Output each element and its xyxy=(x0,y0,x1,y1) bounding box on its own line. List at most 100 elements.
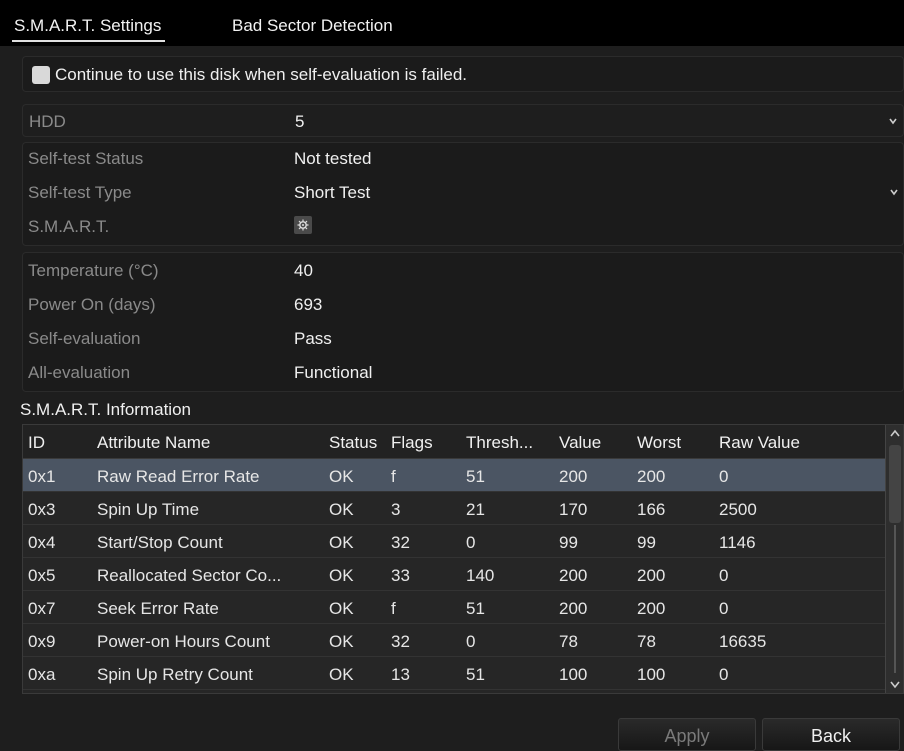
scroll-thumb[interactable] xyxy=(889,445,901,523)
self-test-type-value: Short Test xyxy=(294,183,371,202)
cell-raw-value: 1146 xyxy=(719,533,756,552)
column-header-id[interactable]: ID xyxy=(28,433,45,453)
cell-value: 100 xyxy=(559,665,588,684)
cell-threshold: 51 xyxy=(466,467,485,486)
self-evaluation-label: Self-evaluation xyxy=(28,329,141,348)
scroll-up-icon[interactable] xyxy=(888,427,902,441)
cell-raw-value: 16635 xyxy=(719,632,767,651)
cell-attribute-name: Spin Up Retry Count xyxy=(97,665,253,684)
cell-flags: 32 xyxy=(391,632,410,651)
cell-attribute-name: Spin Up Time xyxy=(97,500,200,519)
cell-attribute-name: Raw Read Error Rate xyxy=(97,467,260,486)
hdd-value: 5 xyxy=(295,112,305,131)
self-test-type-select[interactable]: Self-test Type Short Test xyxy=(22,176,904,209)
power-on-label: Power On (days) xyxy=(28,295,156,314)
table-header: ID Attribute Name Status Flags Thresh...… xyxy=(23,425,885,459)
column-header-worst[interactable]: Worst xyxy=(637,433,681,453)
smart-info-table[interactable]: ID Attribute Name Status Flags Thresh...… xyxy=(22,424,904,694)
table-row[interactable]: 0x3 Spin Up Time OK 3 21 170 166 2500 xyxy=(23,492,885,525)
cell-id: 0x9 xyxy=(28,632,56,651)
self-test-status-row: Self-test Status Not tested xyxy=(22,142,904,175)
cell-id: 0x5 xyxy=(28,566,56,585)
all-evaluation-value: Functional xyxy=(294,363,373,382)
cell-worst: 166 xyxy=(637,500,666,519)
chevron-down-icon xyxy=(890,189,898,196)
cell-threshold: 21 xyxy=(466,500,485,519)
table-row[interactable]: 0x7 Seek Error Rate OK f 51 200 200 0 xyxy=(23,591,885,624)
temperature-value: 40 xyxy=(294,261,313,280)
cell-value: 200 xyxy=(559,599,588,618)
column-header-status[interactable]: Status xyxy=(329,433,377,453)
cell-flags: 13 xyxy=(391,665,410,684)
tab-smart-settings[interactable]: S.M.A.R.T. Settings xyxy=(11,16,166,42)
cell-id: 0x1 xyxy=(28,467,56,486)
cell-attribute-name: Reallocated Sector Co... xyxy=(97,566,282,585)
cell-raw-value: 0 xyxy=(719,599,729,618)
cell-threshold: 0 xyxy=(466,632,476,651)
apply-button[interactable]: Apply xyxy=(618,718,756,751)
cell-threshold: 0 xyxy=(466,533,476,552)
self-test-status-label: Self-test Status xyxy=(28,149,144,168)
cell-value: 78 xyxy=(559,632,578,651)
cell-id: 0xa xyxy=(28,665,56,684)
cell-status: OK xyxy=(329,599,354,618)
cell-flags: f xyxy=(391,467,396,486)
table-row[interactable]: 0x9 Power-on Hours Count OK 32 0 78 78 16635 xyxy=(23,624,885,657)
cell-raw-value: 2500 xyxy=(719,500,757,519)
table-row[interactable]: 0xa Spin Up Retry Count OK 13 51 100 100 0 xyxy=(23,657,885,690)
temperature-row: Temperature (°C) 40 xyxy=(22,254,904,287)
power-on-value: 693 xyxy=(294,295,323,314)
cell-worst: 100 xyxy=(637,665,666,684)
chevron-down-icon xyxy=(889,118,897,125)
self-evaluation-value: Pass xyxy=(294,329,332,348)
continue-use-checkbox[interactable] xyxy=(32,66,50,84)
smart-information-title: S.M.A.R.T. Information xyxy=(20,400,191,419)
cell-attribute-name: Power-on Hours Count xyxy=(97,632,270,651)
power-on-row: Power On (days) 693 xyxy=(22,288,904,321)
column-header-threshold[interactable]: Thresh... xyxy=(466,433,533,453)
cell-id: 0x7 xyxy=(28,599,56,618)
cell-worst: 200 xyxy=(637,566,666,585)
tab-bad-sector-detection[interactable]: Bad Sector Detection xyxy=(232,16,393,36)
cell-status: OK xyxy=(329,467,354,486)
cell-raw-value: 0 xyxy=(719,665,729,684)
cell-raw-value: 0 xyxy=(719,566,729,585)
scroll-track xyxy=(894,525,896,673)
smart-row: S.M.A.R.T. xyxy=(22,210,904,243)
cell-worst: 99 xyxy=(637,533,656,552)
cell-worst: 200 xyxy=(637,599,666,618)
table-row[interactable]: 0x5 Reallocated Sector Co... OK 33 140 200 200… xyxy=(23,558,885,591)
temperature-label: Temperature (°C) xyxy=(28,261,159,280)
table-scrollbar[interactable] xyxy=(885,425,903,693)
cell-value: 200 xyxy=(559,566,588,585)
all-evaluation-label: All-evaluation xyxy=(28,363,131,382)
table-row[interactable]: 0x1 Raw Read Error Rate OK f 51 200 200 0 xyxy=(23,459,885,492)
cell-flags: 32 xyxy=(391,533,410,552)
continue-use-checkbox-row[interactable]: Continue to use this disk when self-eval… xyxy=(22,56,904,92)
cell-raw-value: 0 xyxy=(719,467,729,486)
cell-status: OK xyxy=(329,665,354,684)
table-body: 0x1 Raw Read Error Rate OK f 51 200 200 0 0x3 Spi… xyxy=(23,459,885,693)
continue-use-label: Continue to use this disk when self-eval… xyxy=(55,65,468,84)
cell-worst: 200 xyxy=(637,467,666,486)
hdd-label: HDD xyxy=(29,112,66,131)
scroll-down-icon[interactable] xyxy=(888,677,902,691)
cell-attribute-name: Start/Stop Count xyxy=(97,533,223,552)
column-header-attribute-name[interactable]: Attribute Name xyxy=(97,433,210,453)
cell-value: 200 xyxy=(559,467,588,486)
cell-status: OK xyxy=(329,500,354,519)
cell-status: OK xyxy=(329,632,354,651)
cell-worst: 78 xyxy=(637,632,656,651)
hdd-select[interactable]: HDD 5 xyxy=(22,104,904,137)
table-row[interactable]: 0x4 Start/Stop Count OK 32 0 99 99 1146 xyxy=(23,525,885,558)
gear-icon[interactable] xyxy=(294,216,312,234)
column-header-value[interactable]: Value xyxy=(559,433,601,453)
cell-value: 170 xyxy=(559,500,588,519)
cell-flags: 3 xyxy=(391,500,401,519)
cell-threshold: 140 xyxy=(466,566,495,585)
back-button[interactable]: Back xyxy=(762,718,900,751)
self-evaluation-row: Self-evaluation Pass xyxy=(22,322,904,355)
cell-value: 99 xyxy=(559,533,578,552)
column-header-flags[interactable]: Flags xyxy=(391,433,433,453)
column-header-raw-value[interactable]: Raw Value xyxy=(719,433,800,453)
